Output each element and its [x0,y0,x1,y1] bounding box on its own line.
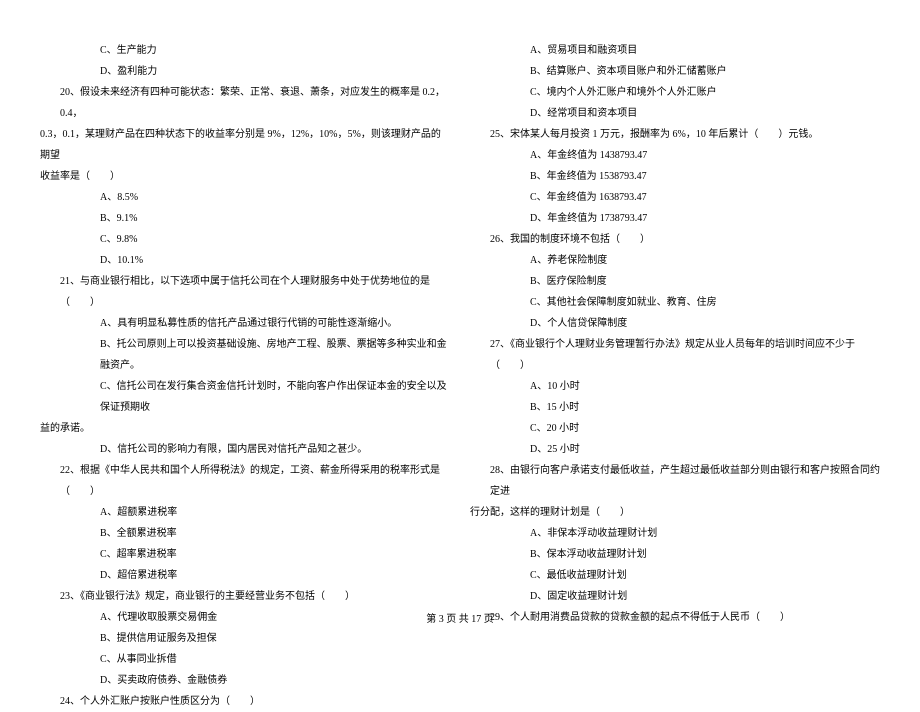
q20-option-d: D、10.1% [40,250,450,271]
q19-option-c: C、生产能力 [40,40,450,61]
q22-option-d: D、超倍累进税率 [40,565,450,586]
q20-stem-cont1: 0.3，0.1，某理财产品在四种状态下的收益率分别是 9%，12%，10%，5%… [40,124,450,166]
q26-option-d: D、个人信贷保障制度 [470,313,880,334]
q27-stem: 27、《商业银行个人理财业务管理暂行办法》规定从业人员每年的培训时间应不少于（ … [470,334,880,376]
q21-stem: 21、与商业银行相比，以下选项中属于信托公司在个人理财服务中处于优势地位的是（ … [40,271,450,313]
q22-option-b: B、全额累进税率 [40,523,450,544]
q21-option-b: B、托公司原则上可以投资基础设施、房地产工程、股票、票据等多种实业和金融资产。 [40,334,450,376]
q20-option-a: A、8.5% [40,187,450,208]
q21-option-c-cont: 益的承诺。 [40,418,450,439]
q28-option-c: C、最低收益理财计划 [470,565,880,586]
q22-option-c: C、超率累进税率 [40,544,450,565]
q24-option-c: C、境内个人外汇账户和境外个人外汇账户 [470,82,880,103]
page-footer: 第 3 页 共 17 页 [0,610,920,625]
q25-option-b: B、年金终值为 1538793.47 [470,166,880,187]
q22-stem: 22、根据《中华人民共和国个人所得税法》的规定，工资、薪金所得采用的税率形式是（… [40,460,450,502]
q28-stem-cont: 行分配，这样的理财计划是（ ） [470,502,880,523]
q27-option-a: A、10 小时 [470,376,880,397]
q27-option-d: D、25 小时 [470,439,880,460]
q20-stem: 20、假设未来经济有四种可能状态：繁荣、正常、衰退、萧条，对应发生的概率是 0.… [40,82,450,124]
q20-option-c: C、9.8% [40,229,450,250]
q21-option-a: A、具有明显私募性质的信托产品通过银行代销的可能性逐渐缩小。 [40,313,450,334]
q24-stem: 24、个人外汇账户按账户性质区分为（ ） [40,691,450,712]
q28-option-b: B、保本浮动收益理财计划 [470,544,880,565]
q28-option-d: D、固定收益理财计划 [470,586,880,607]
q25-option-d: D、年金终值为 1738793.47 [470,208,880,229]
q27-option-c: C、20 小时 [470,418,880,439]
q25-option-a: A、年金终值为 1438793.47 [470,145,880,166]
q23-option-c: C、从事同业拆借 [40,649,450,670]
q23-option-b: B、提供信用证服务及担保 [40,628,450,649]
q24-option-b: B、结算账户、资本项目账户和外汇储蓄账户 [470,61,880,82]
q19-option-d: D、盈利能力 [40,61,450,82]
q26-option-b: B、医疗保险制度 [470,271,880,292]
q27-option-b: B、15 小时 [470,397,880,418]
q20-stem-cont2: 收益率是（ ） [40,166,450,187]
q21-option-d: D、信托公司的影响力有限，国内居民对信托产品知之甚少。 [40,439,450,460]
q22-option-a: A、超额累进税率 [40,502,450,523]
q23-stem: 23、《商业银行法》规定，商业银行的主要经营业务不包括（ ） [40,586,450,607]
q21-option-c: C、信托公司在发行集合资金信托计划时，不能向客户作出保证本金的安全以及保证预期收 [40,376,450,418]
q20-option-b: B、9.1% [40,208,450,229]
q26-stem: 26、我国的制度环境不包括（ ） [470,229,880,250]
q23-option-d: D、买卖政府债券、金融债券 [40,670,450,691]
q26-option-a: A、养老保险制度 [470,250,880,271]
q26-option-c: C、其他社会保障制度如就业、教育、住房 [470,292,880,313]
q28-stem: 28、由银行向客户承诺支付最低收益，产生超过最低收益部分则由银行和客户按照合同约… [470,460,880,502]
q25-option-c: C、年金终值为 1638793.47 [470,187,880,208]
q24-option-a: A、贸易项目和融资项目 [470,40,880,61]
q25-stem: 25、宋体某人每月投资 1 万元，报酬率为 6%，10 年后累计（ ）元钱。 [470,124,880,145]
q24-option-d: D、经常项目和资本项目 [470,103,880,124]
q28-option-a: A、非保本浮动收益理财计划 [470,523,880,544]
